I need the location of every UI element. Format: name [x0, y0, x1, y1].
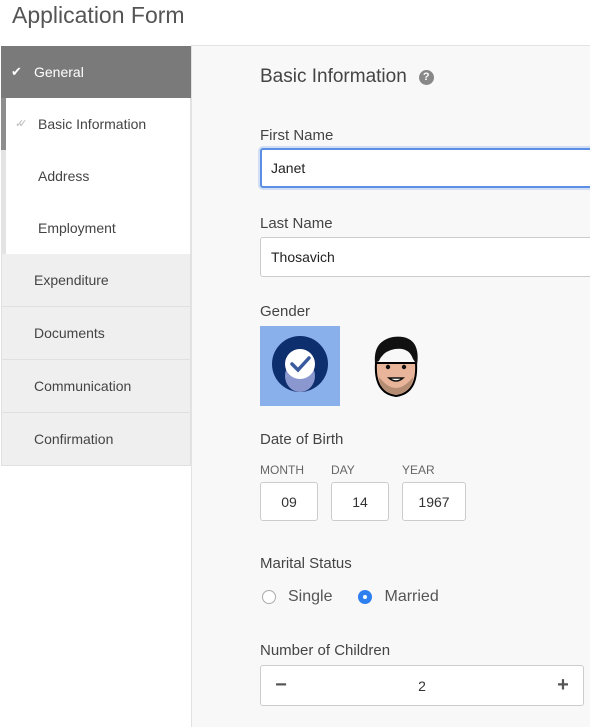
month-input[interactable] — [260, 482, 318, 521]
section-title: Basic Information ? — [260, 66, 434, 88]
decrement-button[interactable]: − — [261, 666, 301, 705]
sidebar-subitems: ✓✓ Basic Information Address Employment — [1, 98, 191, 254]
gender-option-female[interactable] — [260, 326, 340, 406]
first-name-input[interactable] — [260, 148, 590, 188]
sidebar-item-label: Communication — [34, 378, 132, 394]
form-panel: Basic Information ? First Name Last Name… — [191, 46, 590, 727]
first-name-label: First Name — [260, 127, 334, 144]
sidebar-item-label: Basic Information — [38, 116, 147, 132]
sidebar-item-label: Address — [38, 168, 90, 184]
marital-status-label: Marital Status — [260, 555, 352, 572]
female-avatar-icon — [272, 336, 328, 392]
gender-label: Gender — [260, 303, 311, 320]
day-input[interactable] — [331, 482, 389, 521]
dob-label: Date of Birth — [260, 431, 344, 448]
increment-button[interactable]: + — [543, 666, 583, 705]
radio-checked-icon — [358, 590, 373, 604]
radio-label: Single — [288, 588, 333, 605]
sidebar-section-label: General — [34, 64, 84, 80]
children-label: Number of Children — [260, 642, 391, 659]
radio-label: Married — [384, 588, 439, 605]
last-name-label: Last Name — [260, 215, 333, 232]
year-label: YEAR — [402, 463, 435, 477]
sidebar-item-expenditure[interactable]: Expenditure — [1, 254, 191, 307]
sidebar-item-label: Employment — [38, 220, 116, 236]
sidebar-item-employment[interactable]: Employment — [6, 202, 190, 254]
day-label: DAY — [331, 463, 355, 477]
last-name-input[interactable] — [260, 237, 590, 277]
radio-single[interactable]: Single — [262, 588, 332, 606]
sidebar-item-label: Documents — [34, 325, 105, 341]
help-icon[interactable]: ? — [418, 69, 434, 85]
children-value[interactable]: 2 — [418, 678, 426, 694]
sidebar-item-label: Expenditure — [34, 272, 109, 288]
sidebar-item-documents[interactable]: Documents — [1, 307, 191, 360]
sidebar-section-general[interactable]: ✔ General — [1, 46, 191, 98]
marital-status-group: Single Married — [262, 588, 465, 606]
sidebar: ✔ General ✓✓ Basic Information Address E… — [1, 46, 191, 466]
sidebar-item-address[interactable]: Address — [6, 150, 190, 202]
gender-option-male[interactable] — [356, 326, 436, 406]
sidebar-item-label: Confirmation — [34, 431, 114, 447]
year-input[interactable] — [402, 482, 466, 521]
double-check-icon: ✓✓ — [15, 118, 28, 130]
children-stepper: − 2 + — [260, 665, 584, 706]
male-avatar-icon — [374, 336, 418, 398]
check-icon: ✔ — [11, 64, 22, 79]
sidebar-item-communication[interactable]: Communication — [1, 360, 191, 413]
gender-selector — [260, 326, 452, 406]
sidebar-item-basic-information[interactable]: ✓✓ Basic Information — [6, 98, 190, 150]
radio-married[interactable]: Married — [358, 588, 439, 606]
sidebar-item-confirmation[interactable]: Confirmation — [1, 413, 191, 466]
radio-unchecked-icon — [262, 590, 276, 604]
page-title: Application Form — [12, 2, 185, 28]
section-title-text: Basic Information — [260, 66, 407, 87]
month-label: MONTH — [260, 463, 304, 477]
